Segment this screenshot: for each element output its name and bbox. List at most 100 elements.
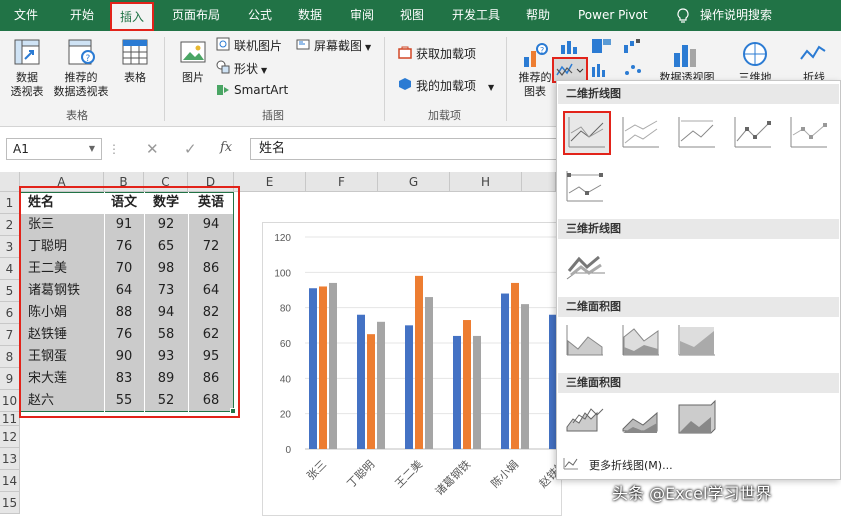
stacked-area-option[interactable] [619, 321, 667, 365]
row-header[interactable]: 14 [0, 470, 20, 492]
more-line-charts-button[interactable]: 更多折线图(M)... [561, 453, 837, 475]
column-chart-icon[interactable] [558, 37, 582, 55]
formula-input[interactable]: 姓名 [250, 138, 560, 160]
percent-line-markers-option[interactable] [563, 167, 611, 211]
x-tick-label: 诸葛钢铁 [433, 458, 473, 498]
group-label-addins: 加载项 [428, 109, 461, 122]
table-button[interactable]: 表格 [116, 71, 154, 85]
column-header-partial[interactable] [522, 172, 556, 192]
line-chart-option[interactable] [563, 111, 611, 155]
section-3d-area: 三维面积图 [558, 373, 839, 393]
stacked-area-3d-option[interactable] [619, 397, 667, 441]
y-tick-label: 0 [285, 445, 291, 456]
ribbon-separator [384, 37, 385, 121]
tab-formulas[interactable]: 公式 [248, 0, 272, 31]
group-label-tables: 表格 [66, 109, 88, 122]
chart-bar[interactable] [521, 304, 529, 449]
chart-bar[interactable] [329, 282, 337, 449]
pivot-table-label-1: 数据 [16, 71, 38, 84]
chart-bar[interactable] [319, 286, 327, 449]
y-tick-label: 120 [274, 233, 291, 244]
screenshot-button[interactable]: 屏幕截图 ▼ [314, 37, 371, 54]
recommended-pivot-button[interactable]: 推荐的 数据透视表 [50, 71, 112, 99]
row-header[interactable]: 1 [0, 192, 20, 214]
my-addins-button[interactable]: 我的加载项 ▼ [416, 77, 494, 94]
row-header[interactable]: 9 [0, 368, 20, 390]
percent-stacked-line-option[interactable] [675, 113, 723, 157]
group-label-illustrations: 插图 [262, 109, 284, 122]
tab-data[interactable]: 数据 [298, 0, 322, 31]
row-header[interactable]: 12 [0, 426, 20, 448]
chart-bar[interactable] [357, 314, 365, 449]
pivot-table-label-2: 透视表 [10, 85, 44, 98]
insert-function-button[interactable]: fx [220, 140, 232, 155]
line-3d-option[interactable] [563, 245, 611, 289]
shapes-button[interactable]: 形状 ▼ [234, 60, 267, 77]
scatter-chart-icon[interactable] [622, 61, 646, 79]
name-box-value: A1 [13, 142, 29, 156]
row-header[interactable]: 7 [0, 324, 20, 346]
row-header[interactable]: 10 [0, 390, 20, 412]
column-header[interactable]: H [450, 172, 522, 192]
area-option[interactable] [563, 321, 611, 365]
chart-bar[interactable] [415, 275, 423, 449]
waterfall-chart-icon[interactable] [622, 37, 646, 55]
row-header[interactable]: 4 [0, 258, 20, 280]
stacked-line-option[interactable] [619, 113, 667, 157]
column-header[interactable]: E [234, 172, 306, 192]
drag-handle-icon[interactable]: ⋮ [108, 143, 120, 156]
recommended-charts-icon: ? [520, 41, 550, 71]
column-chart[interactable]: 0 20 40 60 80 100 120 张三 丁聪明 王二美 诸葛钢铁 陈小娟 赵铁锤 [262, 222, 577, 516]
tell-me-search[interactable]: 操作说明搜索 [700, 0, 772, 31]
row-header[interactable]: 11 [0, 412, 20, 426]
tab-power-pivot[interactable]: Power Pivot [578, 0, 648, 31]
chart-bar[interactable] [309, 288, 317, 449]
tab-view[interactable]: 视图 [400, 0, 424, 31]
check-icon[interactable]: ✓ [184, 140, 197, 158]
smartart-button[interactable]: SmartArt [234, 83, 288, 97]
row-header[interactable]: 13 [0, 448, 20, 470]
row-header[interactable]: 15 [0, 492, 20, 514]
chart-bar[interactable] [377, 321, 385, 449]
chart-bar[interactable] [501, 293, 509, 449]
chart-bar[interactable] [425, 297, 433, 449]
tab-page-layout[interactable]: 页面布局 [172, 0, 220, 31]
chart-bar[interactable] [463, 320, 471, 449]
area-3d-option[interactable] [563, 397, 611, 441]
tab-home[interactable]: 开始 [70, 0, 94, 31]
row-header[interactable]: 2 [0, 214, 20, 236]
percent-stacked-area-3d-option[interactable] [675, 397, 723, 441]
chart-bar[interactable] [367, 334, 375, 449]
online-picture-button[interactable]: 联机图片 [234, 37, 282, 54]
online-picture-icon [216, 37, 230, 51]
recommended-charts-label-2: 图表 [524, 85, 546, 98]
percent-stacked-area-option[interactable] [675, 321, 723, 365]
chart-bar[interactable] [473, 335, 481, 449]
column-header[interactable]: G [378, 172, 450, 192]
row-header[interactable]: 3 [0, 236, 20, 258]
chart-bar[interactable] [405, 325, 413, 449]
select-all-corner[interactable] [0, 172, 20, 192]
statistic-chart-icon[interactable] [590, 61, 614, 79]
hierarchy-chart-icon[interactable] [590, 37, 614, 55]
pivot-table-button[interactable]: 数据 透视表 [6, 71, 48, 99]
tab-review[interactable]: 审阅 [350, 0, 374, 31]
row-header[interactable]: 6 [0, 302, 20, 324]
chart-bar[interactable] [453, 335, 461, 449]
row-header[interactable]: 5 [0, 280, 20, 302]
get-addins-button[interactable]: 获取加载项 [416, 45, 476, 62]
name-box[interactable]: A1 ▼ [6, 138, 102, 160]
tab-file[interactable]: 文件 [14, 0, 38, 31]
row-header[interactable]: 8 [0, 346, 20, 368]
chart-bar[interactable] [511, 282, 519, 449]
tab-developer[interactable]: 开发工具 [452, 0, 500, 31]
picture-button[interactable]: 图片 [174, 71, 212, 85]
cancel-icon[interactable]: ✕ [146, 140, 159, 158]
ribbon-separator [164, 37, 165, 121]
line-markers-option[interactable] [731, 113, 779, 157]
column-header[interactable]: F [306, 172, 378, 192]
tab-help[interactable]: 帮助 [526, 0, 550, 31]
tab-insert[interactable]: 插入 [110, 2, 155, 31]
stacked-line-markers-option[interactable] [787, 113, 835, 157]
recommended-charts-button[interactable]: 推荐的 图表 [514, 71, 556, 99]
